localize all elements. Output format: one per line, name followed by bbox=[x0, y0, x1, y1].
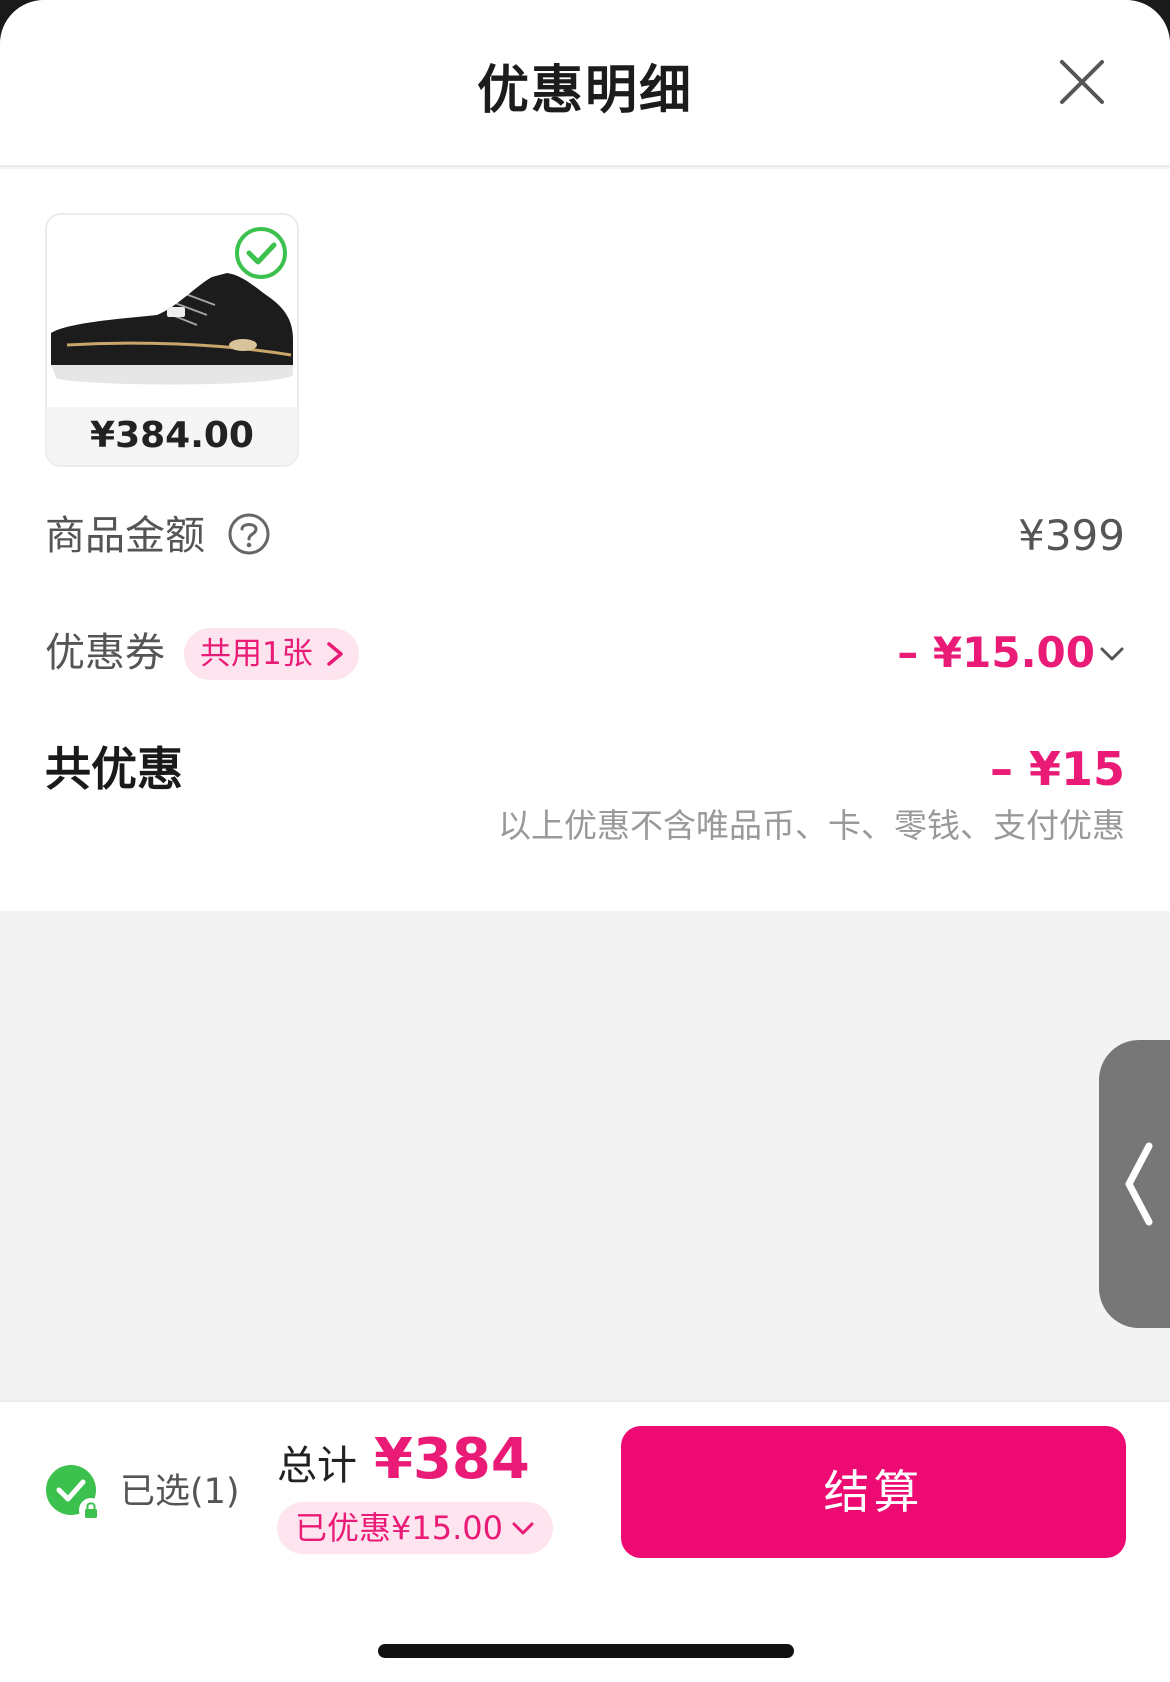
product-price: ¥384.00 bbox=[47, 407, 297, 465]
chevron-down-icon[interactable] bbox=[1099, 641, 1125, 667]
saved-amount-text: 已优惠¥15.00 bbox=[295, 1509, 503, 1547]
close-icon bbox=[1060, 60, 1104, 104]
sum-label: 总计 bbox=[277, 1443, 357, 1489]
select-all-checkbox[interactable] bbox=[45, 1464, 103, 1522]
coupon-row[interactable]: 优惠券 共用1张 – ¥15.00 bbox=[45, 623, 1125, 683]
help-icon[interactable] bbox=[227, 512, 271, 556]
discount-content: ¥384.00 商品金额 ¥399 优惠券 共用1张 – ¥15.00 共优惠 … bbox=[0, 169, 1170, 911]
goods-amount-label: 商品金额 bbox=[45, 513, 205, 559]
chevron-down-icon bbox=[512, 1522, 534, 1535]
discount-detail-sheet: 优惠明细 ¥384.00 商品金额 ¥399 优惠券 共用1张 – ¥15.00… bbox=[0, 0, 1170, 1682]
coupon-count-text: 共用1张 bbox=[200, 636, 313, 672]
side-drawer-handle[interactable] bbox=[1099, 1040, 1170, 1328]
checkout-bar: 已选(1) 总计 ¥384 已优惠¥15.00 结算 bbox=[0, 1400, 1170, 1682]
total-discount-label: 共优惠 bbox=[45, 742, 183, 796]
page-title: 优惠明细 bbox=[476, 61, 693, 121]
home-indicator bbox=[378, 1644, 794, 1658]
product-card[interactable]: ¥384.00 bbox=[45, 213, 299, 467]
coupon-label: 优惠券 bbox=[45, 630, 165, 676]
sum-value: ¥384 bbox=[374, 1427, 530, 1492]
coupon-value: – ¥15.00 bbox=[897, 628, 1095, 677]
sheet-header: 优惠明细 bbox=[0, 0, 1170, 167]
goods-amount-value: ¥399 bbox=[1018, 511, 1125, 560]
total-discount-value: – ¥15 bbox=[989, 742, 1125, 796]
check-lock-icon bbox=[46, 1465, 103, 1522]
close-button[interactable] bbox=[1054, 54, 1110, 110]
selected-count: 已选(1) bbox=[120, 1472, 240, 1512]
chevron-left-icon bbox=[1125, 1142, 1153, 1226]
checkout-button[interactable]: 结算 bbox=[621, 1426, 1126, 1558]
selected-check-icon[interactable] bbox=[233, 225, 289, 281]
chevron-right-icon bbox=[326, 642, 343, 666]
discount-note: 以上优惠不含唯品币、卡、零钱、支付优惠 bbox=[498, 806, 1125, 845]
total-discount-row: 共优惠 – ¥15 bbox=[45, 739, 1125, 799]
coupon-count-chip[interactable]: 共用1张 bbox=[184, 628, 359, 680]
saved-amount-chip[interactable]: 已优惠¥15.00 bbox=[277, 1502, 553, 1554]
goods-amount-row: 商品金额 ¥399 bbox=[45, 506, 1125, 566]
